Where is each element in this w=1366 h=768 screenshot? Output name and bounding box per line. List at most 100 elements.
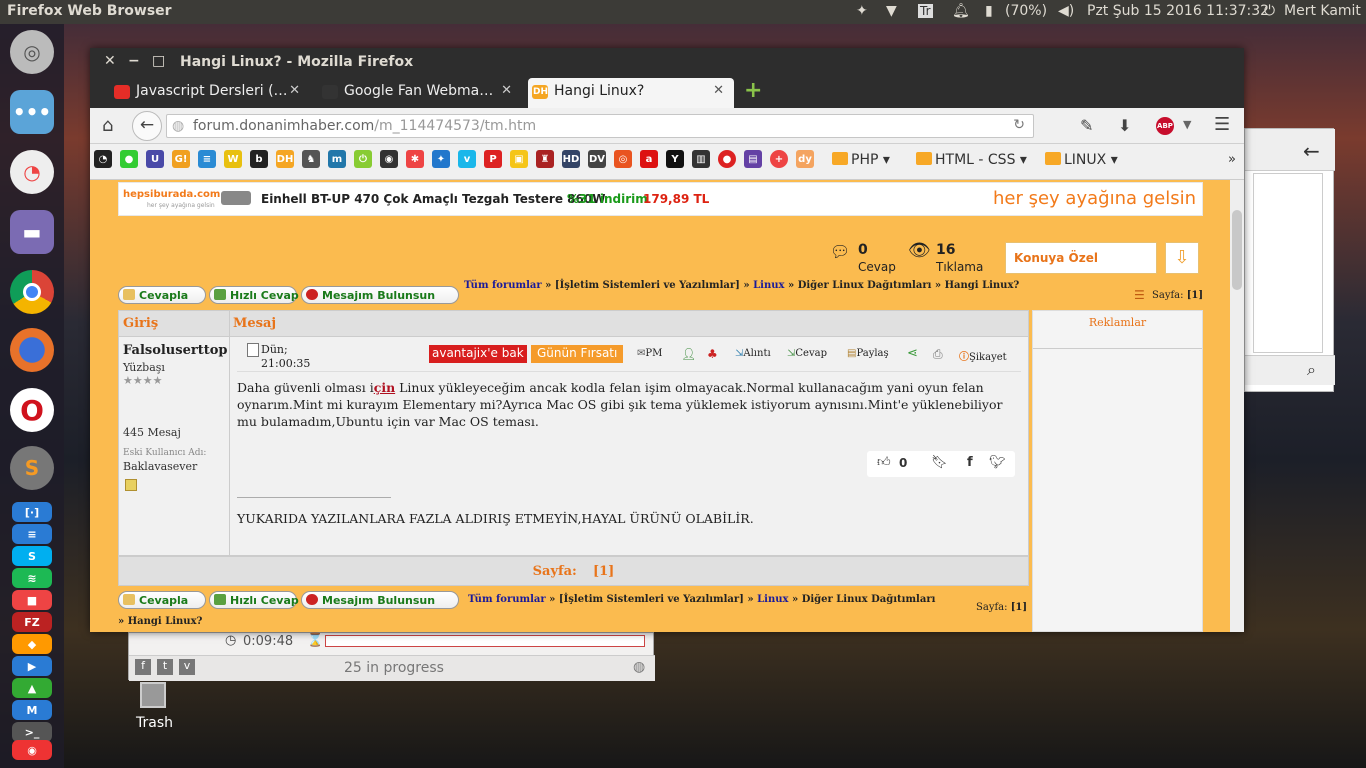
breadcrumb-distros[interactable]: Diğer Linux Dağıtımları xyxy=(798,280,932,291)
wifi-icon[interactable]: ▼ xyxy=(886,3,897,19)
twitter-icon[interactable]: t xyxy=(157,659,173,675)
close-tab-icon[interactable]: ✕ xyxy=(289,83,300,98)
bookmark-icon-1[interactable]: ◔ xyxy=(94,150,112,168)
reply-button-bottom[interactable]: Cevapla xyxy=(118,591,206,609)
like-icon[interactable]: 👍︎ xyxy=(877,455,891,470)
maximize-window-button[interactable]: □ xyxy=(152,53,165,69)
bookmarks-overflow-icon[interactable]: » xyxy=(1228,152,1236,167)
app-icon-5[interactable]: ▶ xyxy=(12,656,52,676)
bookmark-icon-16[interactable]: P xyxy=(484,150,502,168)
breadcrumb-all-forums[interactable]: Tüm forumlar xyxy=(468,594,546,605)
close-tab-icon[interactable]: ✕ xyxy=(713,83,724,98)
share-action[interactable]: ▤Paylaş xyxy=(847,348,889,359)
bookmark-folder-linux[interactable]: LINUX ▾ xyxy=(1045,152,1118,168)
bookmark-icon-20[interactable]: DV xyxy=(588,150,606,168)
clock[interactable]: Pzt Şub 15 2016 11:37:32 xyxy=(1087,3,1269,19)
bookmark-icon-26[interactable]: ▤ xyxy=(744,150,762,168)
bookmark-icon-8[interactable]: DH xyxy=(276,150,294,168)
files-icon[interactable]: ▬ xyxy=(10,210,54,254)
bookmark-icon-18[interactable]: ♜ xyxy=(536,150,554,168)
bookmark-icon-9[interactable]: ♞ xyxy=(302,150,320,168)
minimize-window-button[interactable]: − xyxy=(128,53,140,69)
twitter-share-icon[interactable]: 🐦︎ xyxy=(989,455,1006,470)
facebook-icon[interactable]: f xyxy=(135,659,151,675)
tab-google-fan[interactable]: Google Fan Webma… ✕ xyxy=(318,78,522,108)
gift-icon[interactable]: ♣ xyxy=(707,347,718,361)
reply-action[interactable]: ⇲Cevap xyxy=(787,348,827,359)
search-icon[interactable]: ⌕ xyxy=(1307,360,1316,380)
daily-deal-button[interactable]: Günün Fırsatı xyxy=(531,345,624,363)
breadcrumb-all-forums[interactable]: Tüm forumlar xyxy=(464,280,542,291)
breadcrumb-topic[interactable]: Hangi Linux? xyxy=(128,616,203,627)
bookmark-icon-10[interactable]: m xyxy=(328,150,346,168)
bookmark-icon-28[interactable]: dy xyxy=(796,150,814,168)
app-icon-8[interactable]: ◉ xyxy=(12,740,52,760)
bookmark-icon-2[interactable]: ● xyxy=(120,150,138,168)
tab-javascript[interactable]: Javascript Dersleri (… ✕ xyxy=(110,78,310,108)
bookmark-icon-27[interactable]: + xyxy=(770,150,788,168)
quote-action[interactable]: ⇲Alıntı xyxy=(735,348,771,359)
keyboard-layout[interactable]: Tr xyxy=(918,4,933,18)
bookmark-folder-php[interactable]: PHP ▾ xyxy=(832,152,890,168)
app-icon-4[interactable]: ◆ xyxy=(12,634,52,654)
app-icon-3[interactable]: ■ xyxy=(12,590,52,610)
my-message-button-bottom[interactable]: Mesajım Bulunsun xyxy=(301,591,459,609)
topic-special-button[interactable]: Konuya Özel xyxy=(1005,242,1157,274)
bookmark-icon-21[interactable]: ◎ xyxy=(614,150,632,168)
bookmark-icon-5[interactable]: ≡ xyxy=(198,150,216,168)
breadcrumb-topic[interactable]: Hangi Linux? xyxy=(945,280,1020,291)
filezilla-icon[interactable]: FZ xyxy=(12,612,52,632)
reload-icon[interactable]: ↻ xyxy=(1013,117,1025,133)
pager-number[interactable]: [1] xyxy=(593,564,614,579)
trash-icon[interactable] xyxy=(140,682,166,708)
my-message-button[interactable]: Mesajım Bulunsun xyxy=(301,286,459,304)
session-icon[interactable]: ⏻ xyxy=(1264,3,1275,19)
username[interactable]: Falsoluserttop xyxy=(123,343,227,358)
bookmark-icon-4[interactable]: G! xyxy=(172,150,190,168)
battery-icon[interactable]: ▮ xyxy=(985,3,993,19)
back-arrow-icon[interactable]: ← xyxy=(1303,139,1320,163)
breadcrumb-os[interactable]: [İşletim Sistemleri ve Yazılımlar] xyxy=(555,280,740,291)
sublime-icon[interactable]: S xyxy=(10,446,54,490)
dropbox-icon[interactable]: ✦ xyxy=(856,3,868,19)
adblock-icon[interactable]: ABP xyxy=(1156,117,1174,135)
background-window[interactable]: ← ⌕ xyxy=(1244,128,1335,392)
bookmark-icon[interactable]: 🔖︎ xyxy=(931,455,948,470)
bookmark-icon-15[interactable]: v xyxy=(458,150,476,168)
avantajix-button[interactable]: avantajix'e bak xyxy=(429,345,527,363)
chevron-down-icon[interactable]: ▼ xyxy=(1183,118,1191,131)
reply-button[interactable]: Cevapla xyxy=(118,286,206,304)
download-icon[interactable]: ⬇ xyxy=(1118,116,1131,135)
bookmark-icon-23[interactable]: Y xyxy=(666,150,684,168)
page-number[interactable]: [1] xyxy=(1011,602,1027,613)
messaging-icon[interactable]: ••• xyxy=(10,90,54,134)
url-bar[interactable]: ◍ forum.donanimhaber.com/m_114474573/tm.… xyxy=(166,114,1034,138)
back-button[interactable]: ← xyxy=(132,111,162,141)
terminal-icon[interactable]: >_ xyxy=(12,722,52,742)
close-tab-icon[interactable]: ✕ xyxy=(501,83,512,98)
chrome-icon[interactable] xyxy=(10,270,54,314)
bookmark-icon-22[interactable]: a xyxy=(640,150,658,168)
vimeo-icon[interactable]: v xyxy=(179,659,195,675)
pm-action[interactable]: ✉︎PM xyxy=(637,348,662,359)
wrench-icon[interactable]: ✎ xyxy=(1080,116,1093,135)
scroll-thumb[interactable] xyxy=(1232,210,1242,290)
app-icon-6[interactable]: ▲ xyxy=(12,678,52,698)
app-icon-1[interactable]: [·] xyxy=(12,502,52,522)
breadcrumb-linux[interactable]: Linux xyxy=(753,280,784,291)
breadcrumb-os[interactable]: [İşletim Sistemleri ve Yazılımlar] xyxy=(559,594,744,605)
globe-icon[interactable]: ◍ xyxy=(633,659,645,675)
battery-percent[interactable]: (70%) xyxy=(1005,3,1047,19)
skype-icon[interactable]: S xyxy=(12,546,52,566)
home-icon[interactable]: ⌂ xyxy=(102,115,113,136)
ubuntu-dash-icon[interactable]: ◎ xyxy=(10,30,54,74)
bookmark-icon-25[interactable]: ● xyxy=(718,150,736,168)
add-friend-icon[interactable]: 👤︎ xyxy=(681,347,696,361)
notification-icon[interactable]: 🔔︎ xyxy=(952,3,970,19)
bookmark-icon-12[interactable]: ◉ xyxy=(380,150,398,168)
app-icon-2[interactable]: ≡ xyxy=(12,524,52,544)
bookmark-icon-19[interactable]: HD xyxy=(562,150,580,168)
report-action[interactable]: ⓘŞikayet xyxy=(959,348,1007,363)
firefox-icon[interactable] xyxy=(10,328,54,372)
bookmark-icon-11[interactable]: ⏻ xyxy=(354,150,372,168)
